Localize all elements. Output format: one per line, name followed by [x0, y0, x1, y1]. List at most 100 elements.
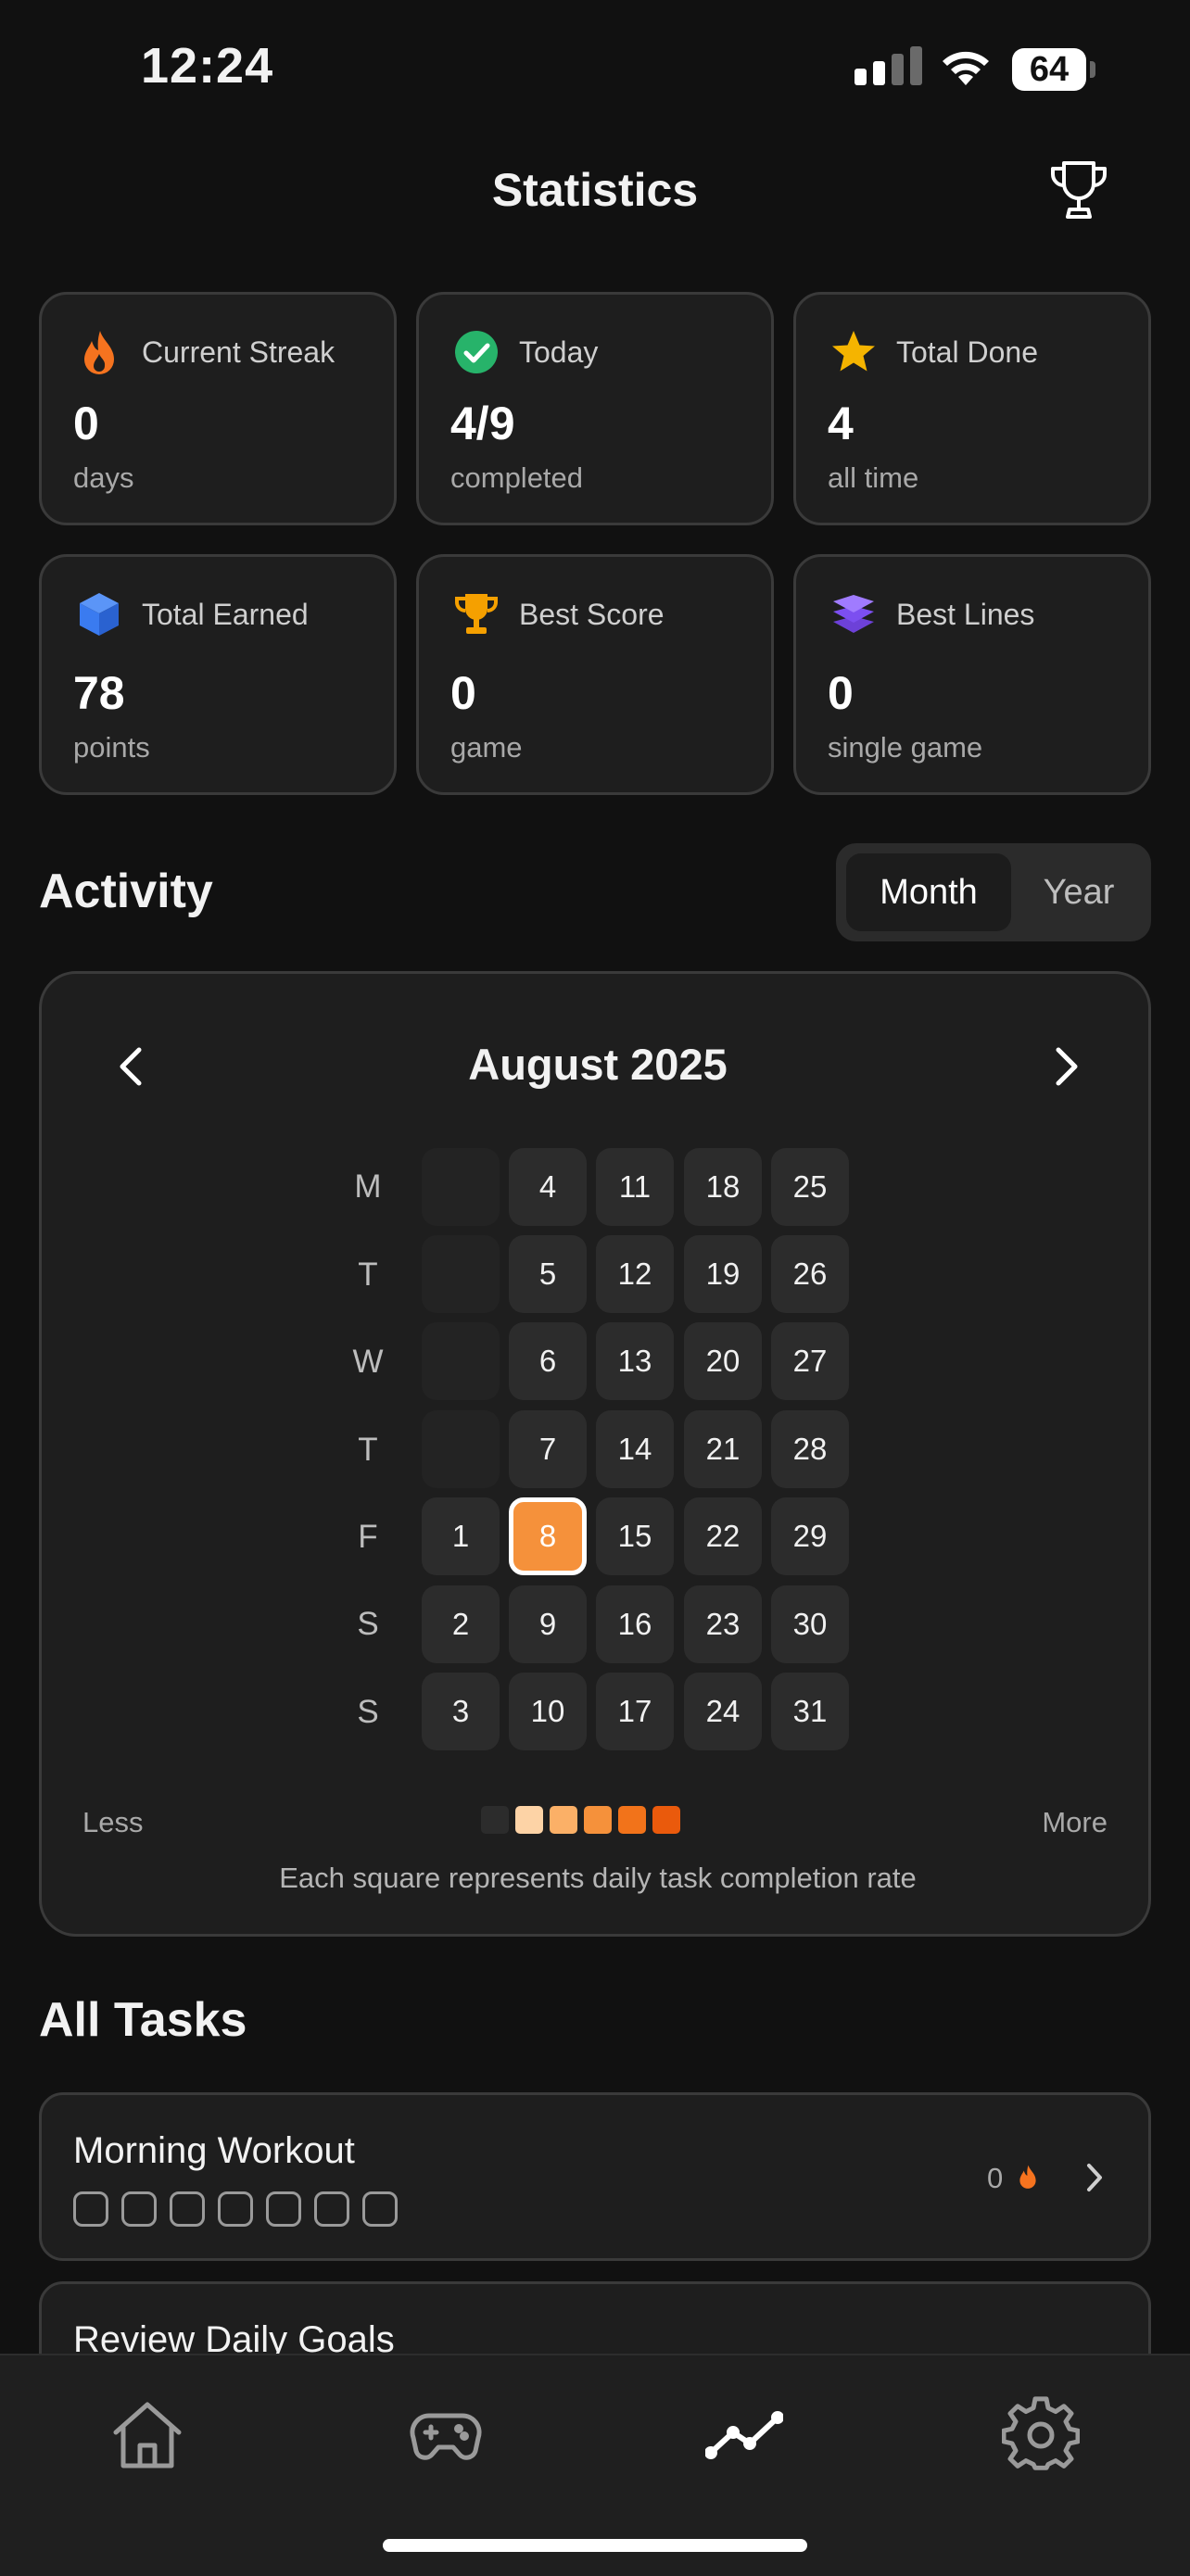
period-segmented-control: Month Year: [836, 843, 1151, 941]
weekday-label: S: [357, 1694, 379, 1730]
day-checkbox[interactable]: [170, 2191, 205, 2227]
all-tasks-title: All Tasks: [39, 1993, 247, 2047]
calendar-day-today[interactable]: 8: [509, 1497, 587, 1575]
stat-label: Today: [519, 335, 599, 369]
legend-swatch: [652, 1806, 680, 1834]
trophy-icon[interactable]: [1045, 158, 1112, 224]
weekday-label: S: [357, 1606, 379, 1642]
calendar-day-empty: [422, 1148, 500, 1226]
day-checkbox[interactable]: [121, 2191, 157, 2227]
battery-tip: [1090, 61, 1095, 78]
calendar-day[interactable]: 6: [509, 1322, 587, 1400]
calendar-day[interactable]: 29: [771, 1497, 849, 1575]
calendar-day[interactable]: 30: [771, 1585, 849, 1663]
weekday-label: M: [354, 1168, 382, 1205]
day-checkbox[interactable]: [218, 2191, 253, 2227]
calendar-day[interactable]: 17: [596, 1673, 674, 1750]
calendar-day-empty: [422, 1410, 500, 1488]
calendar-day[interactable]: 25: [771, 1148, 849, 1226]
day-checkbox[interactable]: [314, 2191, 349, 2227]
stat-unit: single game: [828, 731, 983, 764]
stat-unit: completed: [450, 461, 584, 494]
calendar-day[interactable]: 12: [596, 1235, 674, 1313]
calendar-day[interactable]: 14: [596, 1410, 674, 1488]
calendar-day[interactable]: 13: [596, 1322, 674, 1400]
calendar-day[interactable]: 27: [771, 1322, 849, 1400]
stat-unit: points: [73, 731, 150, 764]
stat-value: 4: [828, 398, 854, 449]
legend-swatch: [515, 1806, 543, 1834]
gear-icon[interactable]: [999, 2393, 1082, 2476]
stat-label: Current Streak: [142, 335, 335, 369]
segment-month[interactable]: Month: [846, 853, 1011, 931]
day-checkbox[interactable]: [362, 2191, 398, 2227]
month-label: August 2025: [468, 1040, 728, 1089]
day-checkbox[interactable]: [73, 2191, 108, 2227]
calendar-day[interactable]: 22: [684, 1497, 762, 1575]
stat-label: Best Score: [519, 598, 665, 631]
stat-value: 78: [73, 667, 125, 719]
trophy-icon: [452, 590, 500, 638]
check-circle-icon: [452, 328, 500, 376]
cube-icon: [75, 590, 123, 638]
legend-swatch: [584, 1806, 612, 1834]
stat-card-total-done: Total Done 4 all time: [793, 292, 1151, 525]
calendar-day[interactable]: 18: [684, 1148, 762, 1226]
flame-icon: [1015, 2160, 1041, 2198]
calendar-day[interactable]: 24: [684, 1673, 762, 1750]
home-icon[interactable]: [106, 2393, 189, 2476]
calendar-day[interactable]: 2: [422, 1585, 500, 1663]
calendar-day[interactable]: 7: [509, 1410, 587, 1488]
legend-swatch: [550, 1806, 577, 1834]
calendar-day[interactable]: 5: [509, 1235, 587, 1313]
weekday-label: F: [358, 1519, 378, 1555]
legend-swatch: [481, 1806, 509, 1834]
task-streak-count: 0: [987, 2162, 1004, 2194]
calendar-day[interactable]: 28: [771, 1410, 849, 1488]
calendar-day[interactable]: 23: [684, 1585, 762, 1663]
task-row[interactable]: Morning Workout 0: [39, 2092, 1151, 2261]
weekday-label: T: [358, 1432, 378, 1468]
page-title: Statistics: [491, 164, 699, 216]
stat-unit: all time: [828, 461, 919, 494]
calendar-day[interactable]: 10: [509, 1673, 587, 1750]
chevron-right-icon: [1085, 2162, 1104, 2198]
stat-label: Total Earned: [142, 598, 309, 631]
calendar-day[interactable]: 4: [509, 1148, 587, 1226]
calendar-day[interactable]: 21: [684, 1410, 762, 1488]
calendar-day[interactable]: 15: [596, 1497, 674, 1575]
calendar-day[interactable]: 16: [596, 1585, 674, 1663]
calendar-day[interactable]: 31: [771, 1673, 849, 1750]
calendar-day[interactable]: 26: [771, 1235, 849, 1313]
legend-note: Each square represents daily task comple…: [279, 1862, 917, 1894]
calendar-day[interactable]: 9: [509, 1585, 587, 1663]
weekday-label: T: [358, 1256, 378, 1293]
status-time: 12:24: [141, 38, 274, 94]
calendar-day[interactable]: 3: [422, 1673, 500, 1750]
task-name: Morning Workout: [73, 2130, 355, 2171]
day-checkbox[interactable]: [266, 2191, 301, 2227]
stat-value: 0: [73, 398, 99, 449]
heatmap-legend: [481, 1806, 680, 1834]
stat-value: 0: [828, 667, 854, 719]
stat-unit: game: [450, 731, 523, 764]
calendar-day-empty: [422, 1322, 500, 1400]
home-indicator: [383, 2539, 807, 2552]
stats-chart-icon[interactable]: [703, 2393, 786, 2476]
stat-label: Total Done: [896, 335, 1038, 369]
calendar-day[interactable]: 11: [596, 1148, 674, 1226]
legend-less-label: Less: [82, 1806, 144, 1838]
cellular-signal-icon: [855, 46, 922, 85]
flame-icon: [75, 328, 123, 376]
calendar-day[interactable]: 20: [684, 1322, 762, 1400]
chevron-right-icon[interactable]: [1039, 1039, 1095, 1094]
gamepad-icon[interactable]: [404, 2393, 487, 2476]
calendar-day[interactable]: 19: [684, 1235, 762, 1313]
activity-calendar-card: August 2025 M T W T F S S 1 2 3 4 5 6 7 …: [39, 971, 1151, 1937]
calendar-day[interactable]: 1: [422, 1497, 500, 1575]
weekday-label: W: [352, 1344, 384, 1380]
stat-unit: days: [73, 461, 134, 494]
segment-year[interactable]: Year: [1014, 853, 1144, 931]
layers-icon: [829, 590, 878, 638]
stat-card-current-streak: Current Streak 0 days: [39, 292, 397, 525]
